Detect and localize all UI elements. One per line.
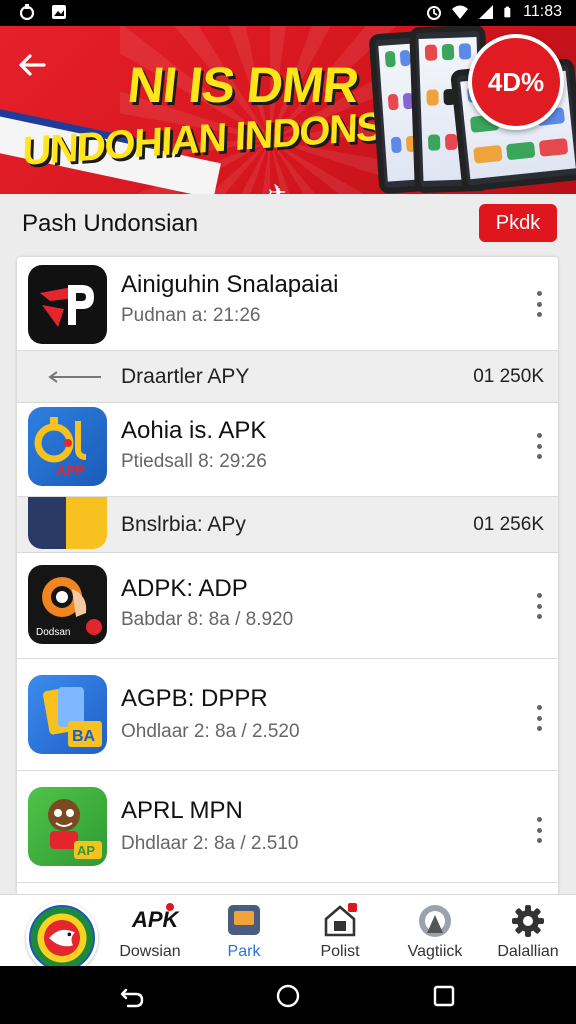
more-options-icon[interactable]	[534, 593, 544, 619]
status-bar: 11:83	[0, 0, 576, 26]
scribble-decoration: ✈	[268, 180, 287, 194]
list-item[interactable]: APP Aohia is. APK Ptiedsall 8: 29:26	[17, 403, 558, 497]
nav-label: Vagtiick	[407, 943, 463, 960]
nav-item-vagtiick[interactable]: Vagtiick	[387, 895, 483, 967]
nav-label: Dowsian	[119, 943, 181, 960]
back-arrow-icon[interactable]	[14, 50, 50, 80]
photo-notification-icon	[52, 5, 66, 19]
list-item[interactable]: AP APRL MPN Dhdlaar 2: 8a / 2.510	[17, 771, 558, 883]
system-navigation-bar	[0, 966, 576, 1024]
list-item[interactable]: BA AGPB: DPPR Ohdlaar 2: 8a / 2.520	[17, 659, 558, 771]
more-options-icon[interactable]	[534, 433, 544, 459]
signal-icon	[479, 5, 494, 19]
wifi-icon	[452, 5, 469, 19]
nav-item-dowsian[interactable]: APK Dowsian	[102, 895, 198, 967]
app-name: ADPK: ADP	[121, 575, 248, 602]
app-name: AGPB: DPPR	[121, 685, 268, 712]
nav-item-polist[interactable]: Polist	[292, 895, 388, 967]
pick-button[interactable]: Pkdk	[479, 204, 557, 242]
download-row[interactable]: Draartler APY 01 250K	[17, 351, 558, 403]
list-item[interactable]: Dodsan ADPK: ADP Babdar 8: 8a / 8.920	[17, 553, 558, 659]
download-row[interactable]: Bnslrbia: APy 01 256K	[17, 497, 558, 553]
home-icon[interactable]	[274, 982, 302, 1010]
banner-headline: NI IS DMR !	[125, 57, 390, 113]
settings-gear-icon	[512, 905, 544, 937]
app-meta: Babdar 8: 8a / 8.920	[121, 609, 294, 630]
more-options-icon[interactable]	[534, 705, 544, 731]
list-item[interactable]: Ainiguhin Snalapaiai Pudnan a: 21:26	[17, 257, 558, 351]
download-size: 01 250K	[473, 366, 544, 387]
download-label: Bnslrbia: APy	[121, 513, 246, 536]
section-title: Pash Undonsian	[22, 210, 199, 237]
nav-item-dalallian[interactable]: Dalallian	[480, 895, 576, 967]
app-name: Ainiguhin Snalapaiai	[121, 271, 339, 298]
app-name: APRL MPN	[121, 797, 243, 824]
nav-label: Park	[227, 943, 261, 960]
svg-text:BA: BA	[72, 728, 96, 745]
more-options-icon[interactable]	[534, 817, 544, 843]
blue-ba-app-icon: BA	[28, 675, 107, 754]
promo-banner[interactable]: NI IS DMR ! UNDOHIAN INDONSIA ✈ 4D%	[0, 26, 576, 194]
green-mascot-app-icon: AP	[28, 787, 107, 866]
nav-label: Dalallian	[497, 943, 559, 960]
svg-text:Dodsan: Dodsan	[36, 627, 70, 638]
battery-icon	[504, 6, 511, 18]
app-meta: Pudnan a: 21:26	[121, 305, 261, 326]
discount-badge: 4D%	[468, 34, 564, 130]
back-icon[interactable]	[118, 982, 146, 1010]
account-icon	[419, 905, 451, 937]
section-header: Pash Undonsian Pkdk	[0, 194, 576, 254]
nav-item-park[interactable]: Park	[196, 895, 292, 967]
svg-text:APP: APP	[56, 462, 85, 478]
app-meta: Ptiedsall 8: 29:26	[121, 451, 267, 472]
cropped-app-icon	[28, 497, 107, 549]
app-meta: Dhdlaar 2: 8a / 2.510	[121, 833, 299, 854]
clock: 11:83	[523, 3, 562, 20]
alarm-icon	[427, 6, 442, 20]
app-meta: Ohdlaar 2: 8a / 2.520	[121, 721, 300, 742]
home-box-icon	[324, 903, 357, 937]
svg-text:AP: AP	[77, 843, 95, 858]
apk-icon: APK	[132, 903, 178, 939]
red-p-logo-icon	[28, 265, 107, 344]
app-list: Ainiguhin Snalapaiai Pudnan a: 21:26 Dra…	[17, 257, 558, 897]
arrow-left-icon	[48, 371, 101, 383]
app-name: Aohia is. APK	[121, 417, 267, 444]
download-size: 01 256K	[473, 514, 544, 535]
orange-hand-app-icon: Dodsan	[28, 565, 107, 644]
notification-app-icon	[19, 4, 35, 21]
more-options-icon[interactable]	[534, 291, 544, 317]
blue-yellow-app-icon: APP	[28, 407, 107, 486]
recents-icon[interactable]	[430, 982, 458, 1010]
nav-label: Polist	[320, 943, 360, 960]
download-label: Draartler APY	[121, 365, 250, 388]
park-icon	[228, 905, 260, 935]
brand-logo-badge[interactable]	[26, 902, 98, 974]
